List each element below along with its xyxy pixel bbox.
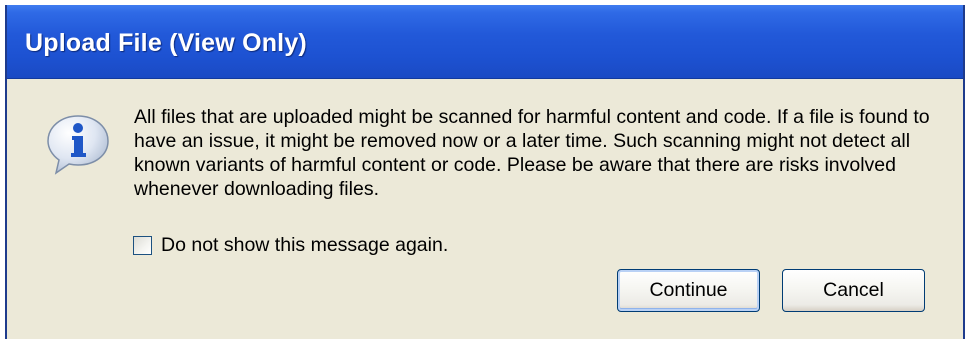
cancel-button[interactable]: Cancel: [782, 269, 925, 312]
dialog-message: All files that are uploaded might be sca…: [134, 106, 930, 200]
info-icon: [47, 115, 109, 175]
dialog-title: Upload File (View Only): [25, 29, 307, 57]
title-bar[interactable]: Upload File (View Only): [7, 5, 963, 79]
dont-show-again-row[interactable]: Do not show this message again.: [133, 233, 448, 257]
continue-button[interactable]: Continue: [617, 269, 760, 312]
upload-file-dialog: Upload File (View Only) All files that a…: [5, 5, 965, 339]
dont-show-again-label[interactable]: Do not show this message again.: [161, 234, 448, 257]
dont-show-again-checkbox[interactable]: [133, 235, 152, 255]
